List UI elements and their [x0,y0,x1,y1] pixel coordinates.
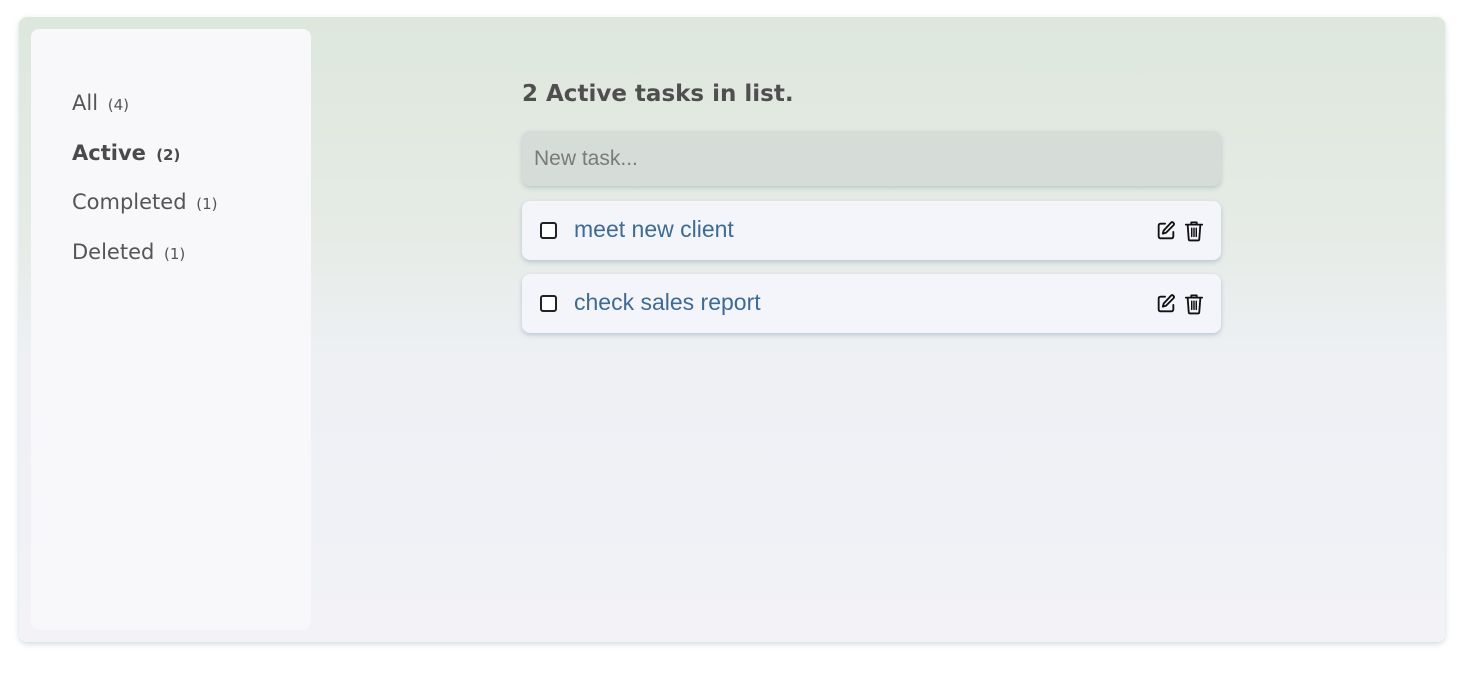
task-list-heading: 2 Active tasks in list. [522,81,794,107]
sidebar-item-count: (4) [107,96,129,114]
task-item: check sales report [522,274,1221,333]
sidebar-item-label: Deleted [72,240,155,264]
sidebar-item-count: (1) [164,245,186,263]
todo-app: All (4) Active (2) Completed (1) Deleted… [19,17,1445,642]
edit-icon[interactable] [1155,293,1177,315]
sidebar-item-count: (2) [156,146,181,164]
sidebar-item-all[interactable]: All (4) [72,91,129,115]
task-item: meet new client [522,201,1221,260]
sidebar-item-label: All [72,91,99,115]
new-task-input[interactable] [522,131,1221,186]
sidebar: All (4) Active (2) Completed (1) Deleted… [31,29,311,630]
sidebar-item-deleted[interactable]: Deleted (1) [72,240,185,264]
sidebar-item-label: Active [72,141,146,165]
trash-icon[interactable] [1184,220,1204,242]
edit-icon[interactable] [1155,220,1177,242]
trash-icon[interactable] [1184,293,1204,315]
sidebar-item-label: Completed [72,190,187,214]
sidebar-item-count: (1) [196,195,218,213]
sidebar-item-completed[interactable]: Completed (1) [72,190,217,214]
task-checkbox[interactable] [540,295,557,312]
task-label[interactable]: meet new client [574,216,734,243]
task-label[interactable]: check sales report [574,289,761,316]
sidebar-item-active[interactable]: Active (2) [72,141,180,165]
task-checkbox[interactable] [540,222,557,239]
